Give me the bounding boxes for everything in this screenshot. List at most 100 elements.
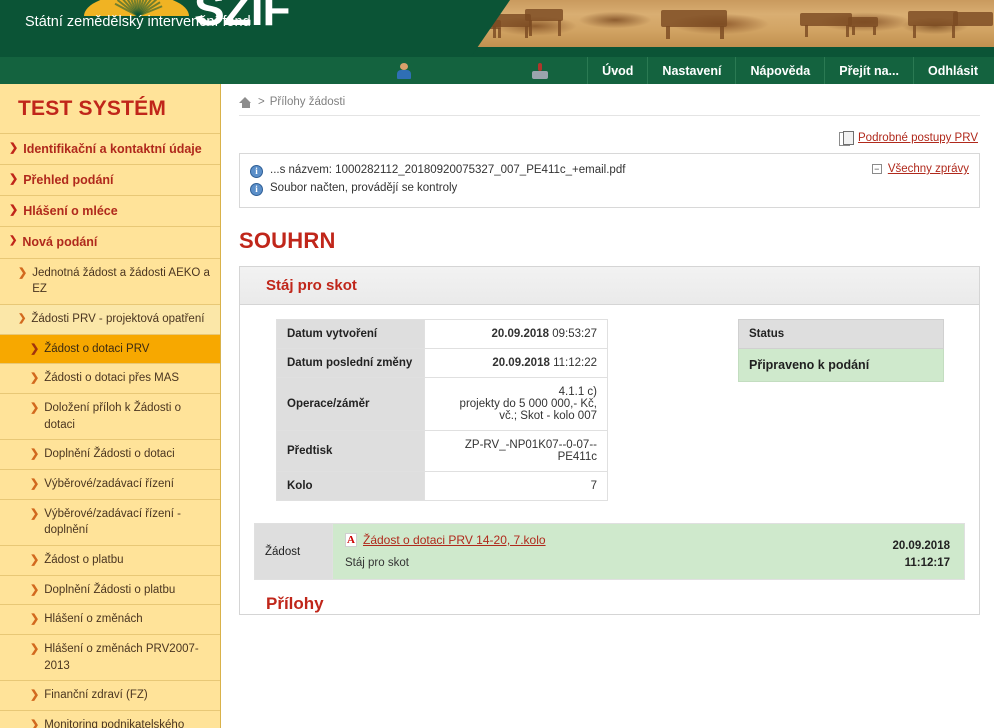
documents-icon <box>839 131 855 146</box>
chevron-right-icon: ❯ <box>9 204 19 217</box>
nav-prejit-na[interactable]: Přejít na... <box>824 57 913 85</box>
chevron-right-icon: ❯ <box>18 266 28 279</box>
sidebar-item-jednotna-zadost[interactable]: ❯ Jednotná žádost a žádosti AEKO a EZ <box>0 257 220 304</box>
chevron-down-icon: ❯ <box>9 235 18 247</box>
page-title: SOUHRN <box>239 228 336 253</box>
info-icon: i <box>250 183 263 196</box>
sidebar-item-doplneni-zadosti-o-platbu[interactable]: ❯ Doplnění Žádosti o platbu <box>0 574 220 605</box>
sidebar-item-label: Hlášení o změnách <box>44 613 143 626</box>
nav-nastaveni[interactable]: Nastavení <box>647 57 735 85</box>
sidebar-item-identifikacni[interactable]: ❯ Identifikační a kontaktní údaje <box>0 133 220 164</box>
sidebar-item-prehled-podani[interactable]: ❯ Přehled podání <box>0 164 220 195</box>
row-value-date: 20.09.2018 <box>491 328 550 340</box>
chevron-right-icon: ❯ <box>30 342 40 355</box>
table-row: Datum vytvoření 20.09.2018 09:53:27 <box>276 319 608 349</box>
chevron-right-icon: ❯ <box>30 477 40 490</box>
chevron-right-icon: ❯ <box>9 142 19 154</box>
status-box: Status Připraveno k podání <box>738 319 944 382</box>
user-icon[interactable] <box>395 62 413 80</box>
sidebar-item-vyberove-rizeni[interactable]: ❯ Výběrové/zadávací řízení <box>0 468 220 499</box>
nav-napoveda[interactable]: Nápověda <box>735 57 824 85</box>
sidebar-item-vyberove-rizeni-doplneni[interactable]: ❯ Výběrové/zadávací řízení - doplnění <box>0 498 220 545</box>
zadost-timestamp: 20.09.2018 11:12:17 <box>892 538 950 571</box>
table-row: Kolo 7 <box>276 471 608 501</box>
chevron-down-icon: ❯ <box>18 312 27 324</box>
sidebar-item-zadost-o-dotaci-prv[interactable]: ❯ Žádost o dotaci PRV <box>0 333 220 364</box>
nav-uvod[interactable]: Úvod <box>587 57 647 85</box>
stamp-icon[interactable] <box>531 62 549 80</box>
table-row: Operace/záměr 4.1.1 c) projekty do 5 000… <box>276 377 608 431</box>
sidebar: TEST SYSTÉM ❯ Identifikační a kontaktní ú… <box>0 84 221 728</box>
chevron-right-icon: ❯ <box>30 553 40 566</box>
sidebar-item-label: Výběrové/zadávací řízení <box>44 477 174 490</box>
zadost-subtitle: Stáj pro skot <box>345 557 409 569</box>
chevron-right-icon: ❯ <box>30 507 40 520</box>
sidebar-item-label: Jednotná žádost a žádosti AEKO a EZ <box>32 266 210 296</box>
sidebar-item-doplneni-zadosti-o-dotaci[interactable]: ❯ Doplnění Žádosti o dotaci <box>0 439 220 469</box>
message-box: i ...s názvem: 1000282112_20180920075327… <box>239 153 980 208</box>
breadcrumb-separator: > <box>258 96 265 108</box>
sidebar-item-zadosti-pres-mas[interactable]: ❯ Žádosti o dotaci přes MAS <box>0 363 220 393</box>
sidebar-item-hlaseni-o-mlece[interactable]: ❯ Hlášení o mléce <box>0 195 220 226</box>
message-text: Soubor načten, provádějí se kontroly <box>270 182 458 194</box>
chevron-right-icon: ❯ <box>9 173 19 186</box>
detailed-procedures-link-row: Podrobné postupy PRV <box>239 131 978 146</box>
chevron-right-icon: ❯ <box>30 689 40 702</box>
sidebar-item-label: Doplnění Žádosti o dotaci <box>44 448 175 461</box>
sidebar-item-label: Žádost o dotaci PRV <box>44 342 150 355</box>
row-value: 20.09.2018 11:12:22 <box>424 348 608 378</box>
message-row: i ...s názvem: 1000282112_20180920075327… <box>250 162 969 180</box>
message-text: ...s názvem: 1000282112_20180920075327_0… <box>270 164 626 176</box>
row-value-line: projekty do 5 000 000,- Kč, <box>459 398 597 410</box>
sidebar-item-label: Doložení příloh k Žádosti o dotaci <box>44 401 182 431</box>
all-messages-link[interactable]: Všechny zprávy <box>888 163 969 175</box>
chevron-right-icon: ❯ <box>30 642 40 655</box>
summary-panel-body: Datum vytvoření 20.09.2018 09:53:27 Datu… <box>240 305 979 501</box>
sidebar-item-label: Monitoring podnikatelského plánu/projekt… <box>44 718 185 728</box>
sidebar-item-label: Identifikační a kontaktní údaje <box>23 142 202 156</box>
sidebar-item-zadost-o-platbu[interactable]: ❯ Žádost o platbu <box>0 544 220 575</box>
row-key: Předtisk <box>276 430 425 472</box>
home-icon[interactable] <box>239 96 252 108</box>
banner-base-strip <box>465 47 994 56</box>
sidebar-item-hlaseni-o-zmenach-prv2007[interactable]: ❯ Hlášení o změnách PRV2007-2013 <box>0 633 220 680</box>
detailed-procedures-link[interactable]: Podrobné postupy PRV <box>858 132 978 144</box>
row-value-date: 20.09.2018 <box>492 357 550 369</box>
all-messages-toggle[interactable]: − Všechny zprávy <box>871 163 969 175</box>
sidebar-item-nova-podani[interactable]: ❯ Nová podání <box>0 226 220 257</box>
sidebar-item-label: Přehled podání <box>23 173 114 188</box>
zadost-date-value: 20.09.2018 <box>892 540 950 552</box>
sidebar-item-label: Žádosti o dotaci přes MAS <box>44 372 180 385</box>
sidebar-item-label: Výběrové/zadávací řízení - doplnění <box>44 507 182 537</box>
sidebar-item-label: Hlášení o mléce <box>23 204 118 219</box>
row-key: Kolo <box>276 471 425 501</box>
row-value-line: PE411c <box>557 451 597 463</box>
collapse-icon[interactable]: − <box>871 164 882 174</box>
breadcrumb: > Přílohy žádosti <box>239 84 980 116</box>
sidebar-item-zadosti-prv[interactable]: ❯ Žádosti PRV - projektová opatření <box>0 303 220 334</box>
summary-panel-title: Stáj pro skot <box>240 267 979 305</box>
site-banner: SZIF Státní zemědělský intervenční fond <box>0 0 994 56</box>
table-row: Předtisk ZP-RV_-NP01K07--0-07-- PE411c <box>276 430 608 472</box>
status-badge: Připraveno k podání <box>738 349 944 382</box>
top-navbar: Úvod Nastavení Nápověda Přejít na... Odh… <box>0 56 994 85</box>
row-key: Operace/záměr <box>276 377 425 431</box>
row-value: 7 <box>424 471 608 501</box>
sidebar-item-financni-zdravi[interactable]: ❯ Finanční zdraví (FZ) <box>0 680 220 710</box>
pdf-icon <box>345 533 357 547</box>
zadost-pdf-line: Žádost o dotaci PRV 14-20, 7.kolo <box>345 533 952 547</box>
message-row: i Soubor načten, provádějí se kontroly <box>250 180 969 198</box>
chevron-right-icon: ❯ <box>30 718 40 728</box>
sidebar-item-dolozeni-priloh[interactable]: ❯ Doložení příloh k Žádosti o dotaci <box>0 392 220 439</box>
row-value: 4.1.1 c) projekty do 5 000 000,- Kč, vč.… <box>424 377 608 431</box>
main-content: > Přílohy žádosti Podrobné postupy PRV i… <box>221 84 994 728</box>
chevron-right-icon: ❯ <box>30 583 40 596</box>
info-icon: i <box>250 165 263 178</box>
row-value: 20.09.2018 09:53:27 <box>424 319 608 349</box>
nav-odhlasit[interactable]: Odhlásit <box>912 57 994 85</box>
sidebar-item-hlaseni-o-zmenach[interactable]: ❯ Hlášení o změnách <box>0 604 220 634</box>
sidebar-item-label: Žádost o platbu <box>44 553 124 566</box>
sidebar-item-monitoring[interactable]: ❯ Monitoring podnikatelského plánu/projek… <box>0 709 220 728</box>
zadost-pdf-link[interactable]: Žádost o dotaci PRV 14-20, 7.kolo <box>363 533 546 547</box>
row-value-line: vč.; Skot - kolo 007 <box>499 410 597 422</box>
